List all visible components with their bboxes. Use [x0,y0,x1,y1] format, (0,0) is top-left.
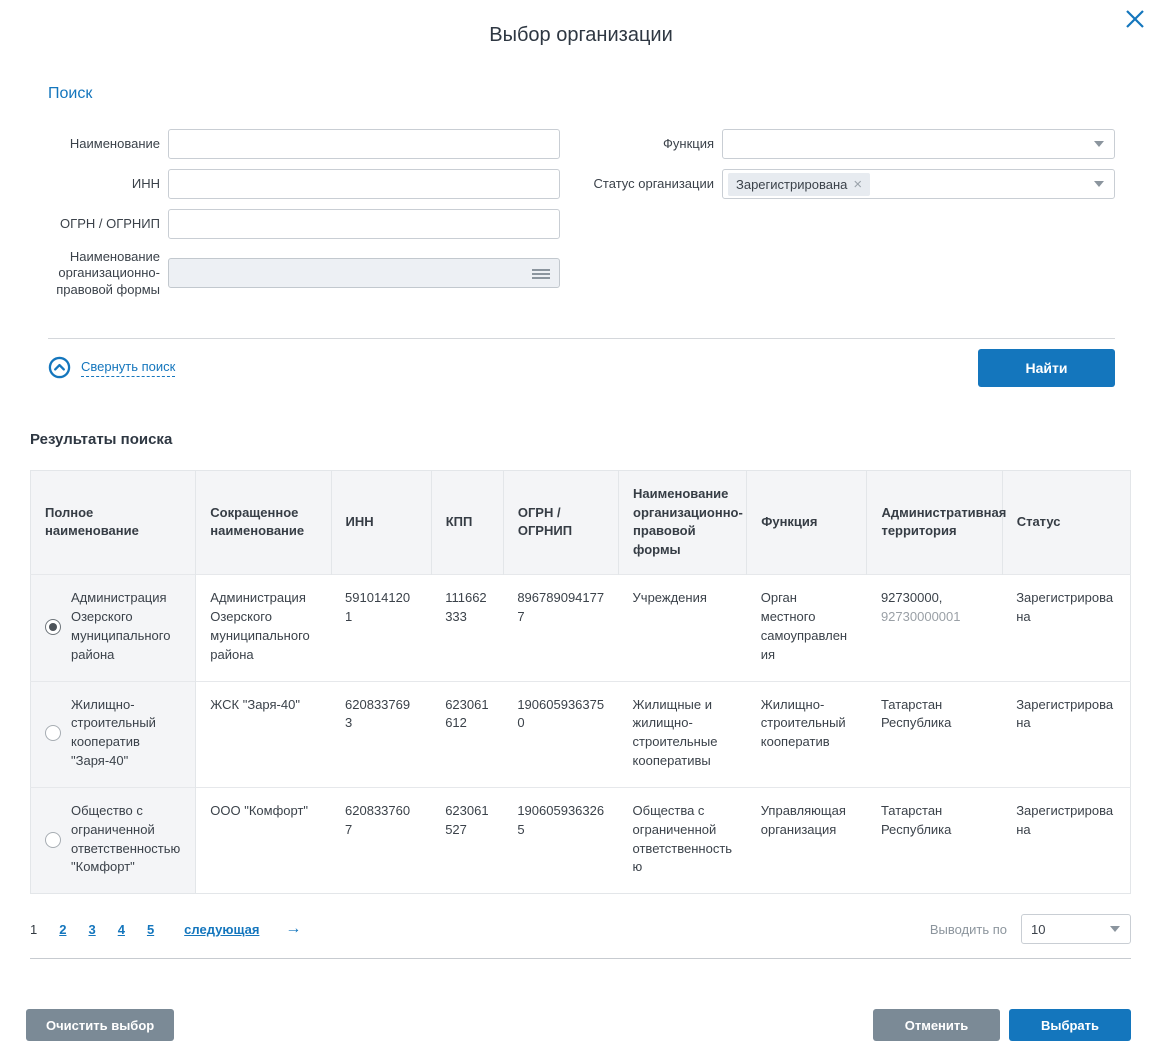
col-full-name: Полное наименование [31,470,196,574]
page-link-2[interactable]: 2 [59,922,66,937]
col-opf: Наименование организационно-правовой фор… [619,470,747,574]
row-radio[interactable] [45,725,61,741]
per-page-value: 10 [1027,922,1045,937]
search-panel: Поиск Наименование ИНН ОГРН / ОГРНИП Наи… [48,85,1115,387]
inn-label: ИНН [48,176,168,192]
per-page-select[interactable]: 10 [1021,914,1131,944]
name-input[interactable] [168,129,560,159]
next-page-link[interactable]: следующая [184,922,259,937]
cancel-button[interactable]: Отменить [873,1009,1000,1041]
ogrn-label: ОГРН / ОГРНИП [48,216,168,232]
clear-selection-button[interactable]: Очистить выбор [26,1009,174,1041]
kpp-cell: 623061612 [431,681,503,787]
page-current: 1 [30,922,37,937]
pagination: 1 2 3 4 5 следующая → Выводить по 10 [30,914,1131,944]
search-divider [48,338,1115,339]
org-status-label: Статус организации [587,176,722,192]
col-kpp: КПП [431,470,503,574]
short-name-cell: ООО "Комфорт" [196,787,331,893]
status-cell: Зарегистрирована [1002,575,1130,681]
list-picker-icon[interactable] [532,267,550,281]
ogrn-cell: 1906059363265 [503,787,618,893]
dialog-footer: Очистить выбор Отменить Выбрать [26,1009,1131,1041]
function-cell: Жилищно-строительный кооператив [747,681,867,787]
opf-label: Наименование организационно-правовой фор… [48,249,168,298]
collapse-search-label: Свернуть поиск [81,359,175,377]
results-table: Полное наименование Сокращенное наименов… [30,470,1131,895]
page-link-3[interactable]: 3 [88,922,95,937]
collapse-search-link[interactable]: Свернуть поиск [48,356,175,379]
row-radio[interactable] [45,832,61,848]
col-short-name: Сокращенное наименование [196,470,331,574]
full-name-cell: Жилищно-строительный кооператив "Заря-40… [71,696,181,771]
short-name-cell: Администрация Озерского муниципального р… [196,575,331,681]
page-title: Выбор организации [0,24,1162,47]
status-cell: Зарегистрирована [1002,787,1130,893]
results-panel: Результаты поиска Полное наименование Со… [30,431,1131,960]
bottom-divider [30,958,1131,959]
opf-cell: Жилищные и жилищно-строительные кооперат… [619,681,747,787]
function-cell: Управляющая организация [747,787,867,893]
short-name-cell: ЖСК "Заря-40" [196,681,331,787]
col-territory: Административная территория [867,470,1002,574]
status-chip-label: Зарегистрирована [736,177,847,192]
territory-cell: Татарстан Республика [867,681,1002,787]
row-radio[interactable] [45,619,61,635]
close-icon[interactable] [1120,4,1150,34]
inn-input[interactable] [168,169,560,199]
inn-cell: 6208337607 [331,787,431,893]
page-link-4[interactable]: 4 [118,922,125,937]
next-page-arrow-icon[interactable]: → [285,920,301,938]
results-heading: Результаты поиска [30,431,1131,448]
inn-cell: 5910141201 [331,575,431,681]
kpp-cell: 111662333 [431,575,503,681]
table-header-row: Полное наименование Сокращенное наименов… [31,470,1131,574]
territory-secondary: 92730000001 [881,608,988,627]
kpp-cell: 623061527 [431,787,503,893]
name-label: Наименование [48,136,168,152]
organization-select-dialog: Выбор организации Поиск Наименование ИНН… [0,0,1162,1041]
status-chip: Зарегистрирована × [728,173,870,196]
search-form: Наименование ИНН ОГРН / ОГРНИП Наименова… [48,129,1115,308]
per-page-label: Выводить по [930,922,1007,937]
opf-cell: Учреждения [619,575,747,681]
inn-cell: 6208337693 [331,681,431,787]
territory-primary: 92730000, [881,590,942,605]
find-button[interactable]: Найти [978,349,1115,387]
opf-cell: Общества с ограниченной ответственностью [619,787,747,893]
col-status: Статус [1002,470,1130,574]
ogrn-cell: 8967890941777 [503,575,618,681]
ogrn-cell: 1906059363750 [503,681,618,787]
search-heading: Поиск [48,85,1115,103]
table-row[interactable]: Общество с ограниченной ответственностью… [31,787,1131,893]
territory-cell: Татарстан Республика [867,787,1002,893]
function-cell: Орган местного самоуправления [747,575,867,681]
page-link-5[interactable]: 5 [147,922,154,937]
table-row[interactable]: Жилищно-строительный кооператив "Заря-40… [31,681,1131,787]
col-function: Функция [747,470,867,574]
collapse-circle-icon [48,356,71,379]
org-status-select[interactable]: Зарегистрирована × [722,169,1115,199]
chevron-down-icon [1094,141,1104,147]
full-name-cell: Общество с ограниченной ответственностью… [71,802,181,877]
territory-cell: 92730000, 92730000001 [867,575,1002,681]
col-inn: ИНН [331,470,431,574]
opf-picker-field[interactable] [168,258,560,288]
chip-remove-icon[interactable]: × [853,177,862,192]
col-ogrn: ОГРН / ОГРНИП [503,470,618,574]
chevron-down-icon [1094,181,1104,187]
select-button[interactable]: Выбрать [1009,1009,1131,1041]
ogrn-input[interactable] [168,209,560,239]
full-name-cell: Администрация Озерского муниципального р… [71,589,181,664]
chevron-down-icon [1110,926,1120,932]
table-row[interactable]: Администрация Озерского муниципального р… [31,575,1131,681]
function-select[interactable] [722,129,1115,159]
status-cell: Зарегистрирована [1002,681,1130,787]
function-label: Функция [587,136,722,152]
